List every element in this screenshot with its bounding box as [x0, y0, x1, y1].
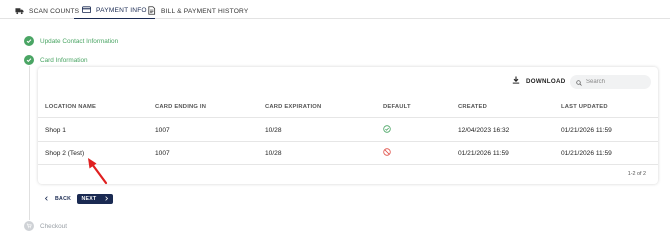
table-row[interactable]: Shop 1 1007 10/28 12/04/2023 16:32 01/21… [38, 119, 658, 142]
chevron-right-icon [104, 195, 109, 203]
column-header-location-name[interactable]: LOCATION NAME [45, 104, 96, 110]
column-header-card-expiration[interactable]: CARD EXPIRATION [265, 104, 321, 110]
tab-label: PAYMENT INFO [96, 7, 147, 14]
column-header-created[interactable]: CREATED [458, 104, 487, 110]
cell-location: Shop 1 [45, 127, 66, 134]
tab-bill-payment-history[interactable]: BILL & PAYMENT HISTORY [147, 3, 248, 19]
chevron-left-icon [44, 195, 49, 203]
pagination-info: 1-2 of 2 [627, 171, 646, 177]
next-button[interactable]: NEXT [77, 194, 113, 204]
cell-last-updated: 01/21/2026 11:59 [561, 127, 612, 134]
tab-label: BILL & PAYMENT HISTORY [161, 7, 249, 15]
step-update-contact[interactable]: Update Contact Information [24, 36, 118, 46]
cell-last-updated: 01/21/2026 11:59 [561, 150, 612, 157]
document-icon [147, 5, 156, 17]
search-icon [576, 73, 582, 91]
step-label: Checkout [40, 222, 67, 230]
truck-icon [15, 6, 24, 17]
table-header: LOCATION NAME CARD ENDING IN CARD EXPIRA… [38, 96, 658, 118]
download-label: DOWNLOAD [526, 77, 566, 85]
cell-location: Shop 2 (Test) [45, 150, 85, 157]
step-checkout[interactable]: Checkout [24, 221, 67, 231]
table-row[interactable]: Shop 2 (Test) 1007 10/28 01/21/2026 11:5… [38, 142, 658, 165]
back-label: BACK [55, 196, 72, 202]
step-label: Card Information [40, 56, 88, 64]
download-button[interactable]: DOWNLOAD [512, 76, 566, 86]
tab-payment-info[interactable]: PAYMENT INFO [74, 3, 155, 19]
cell-expiration: 10/28 [265, 127, 282, 134]
step-card-information[interactable]: Card Information [24, 55, 88, 65]
cell-card-ending: 1007 [155, 150, 170, 157]
search-input[interactable] [586, 79, 646, 85]
back-button[interactable]: BACK [44, 194, 71, 204]
credit-card-icon [82, 5, 91, 16]
next-label: NEXT [81, 196, 97, 202]
check-icon [24, 55, 34, 65]
tab-scan-counts[interactable]: SCAN COUNTS [15, 3, 79, 19]
cart-icon [24, 221, 34, 231]
check-circle-icon [383, 125, 391, 135]
check-icon [24, 36, 34, 46]
card-information-panel: DOWNLOAD LOCATION NAME CARD ENDING IN CA… [38, 67, 658, 184]
download-icon [512, 76, 520, 86]
column-header-card-ending[interactable]: CARD ENDING IN [155, 104, 206, 110]
column-header-last-updated[interactable]: LAST UPDATED [561, 104, 608, 110]
column-header-default[interactable]: DEFAULT [383, 104, 411, 110]
cell-expiration: 10/28 [265, 150, 282, 157]
stepper-line [28, 66, 30, 220]
cell-created: 12/04/2023 16:32 [458, 127, 510, 134]
search-box [570, 75, 651, 89]
step-label: Update Contact Information [40, 37, 119, 45]
tab-label: SCAN COUNTS [29, 7, 80, 15]
tab-bar: SCAN COUNTS PAYMENT INFO BILL & PAYMENT … [0, 0, 670, 19]
cell-created: 01/21/2026 11:59 [458, 150, 509, 157]
cell-card-ending: 1007 [155, 127, 170, 134]
no-entry-icon[interactable] [383, 148, 391, 158]
